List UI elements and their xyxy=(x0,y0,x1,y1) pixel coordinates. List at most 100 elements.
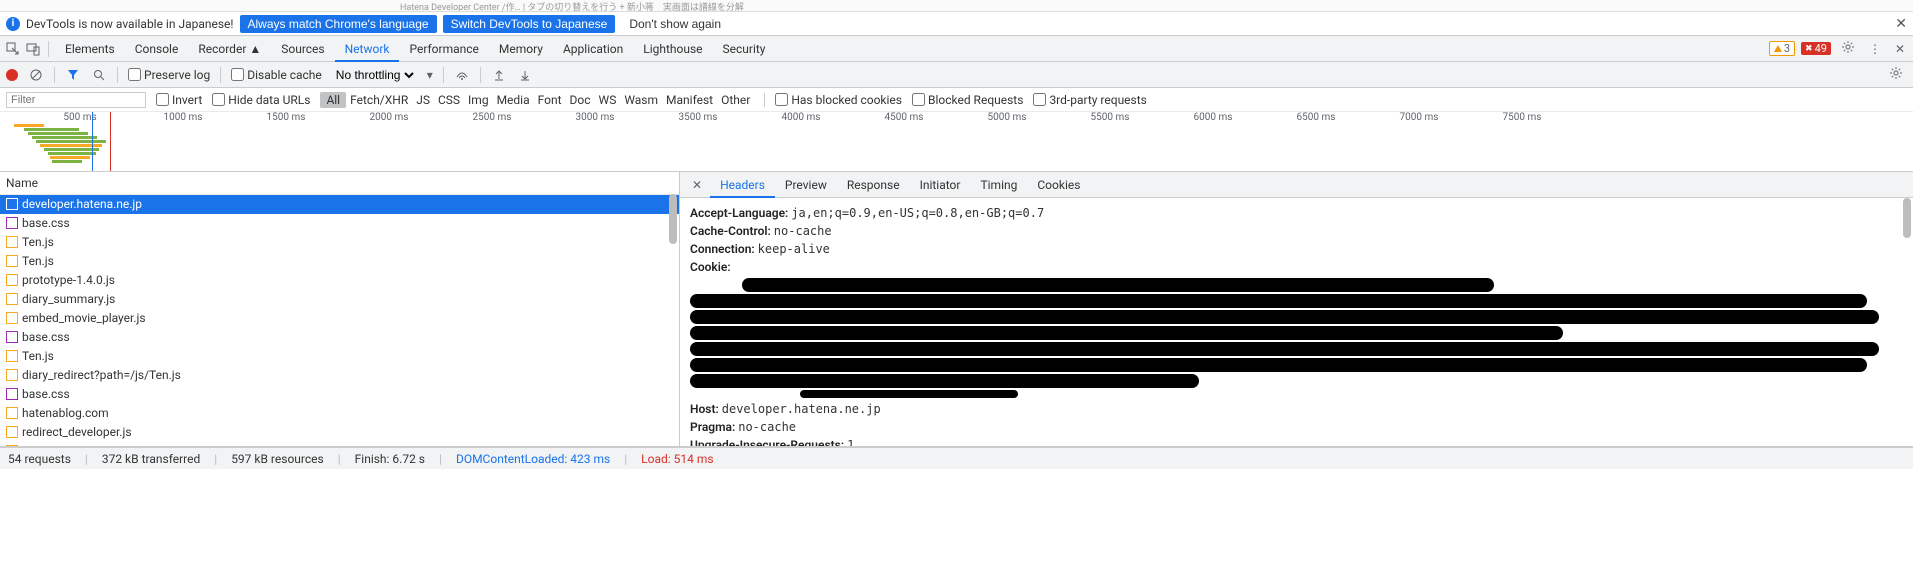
tab-sources[interactable]: Sources xyxy=(271,38,334,60)
type-filter-wasm[interactable]: Wasm xyxy=(620,93,662,107)
throttling-select[interactable]: No throttling xyxy=(332,67,417,83)
request-row[interactable]: diary_summary.js xyxy=(0,290,679,309)
request-row[interactable]: Ten.js xyxy=(0,347,679,366)
timeline-tick: 4500 ms xyxy=(885,112,924,123)
blocked-requests-checkbox[interactable]: Blocked Requests xyxy=(912,93,1023,107)
request-name: base.css xyxy=(22,330,70,344)
request-row[interactable]: analytics.js xyxy=(0,442,679,446)
search-icon[interactable] xyxy=(91,67,107,83)
js-file-icon xyxy=(6,426,18,438)
filter-icon[interactable] xyxy=(65,67,81,83)
type-filter-js[interactable]: JS xyxy=(412,93,434,107)
preserve-log-checkbox[interactable]: Preserve log xyxy=(128,68,210,82)
invert-checkbox[interactable]: Invert xyxy=(156,93,202,107)
name-column-header[interactable]: Name xyxy=(0,172,679,195)
close-detail-icon[interactable]: ✕ xyxy=(684,178,710,192)
upload-har-icon[interactable] xyxy=(491,67,507,83)
timeline-tick: 5000 ms xyxy=(988,112,1027,123)
tab-application[interactable]: Application xyxy=(553,38,633,60)
blocked-cookies-checkbox[interactable]: Has blocked cookies xyxy=(775,93,902,107)
request-name: Ten.js xyxy=(22,235,54,249)
request-name: base.css xyxy=(22,216,70,230)
tab-network[interactable]: Network xyxy=(335,38,400,62)
request-row[interactable]: prototype-1.4.0.js xyxy=(0,271,679,290)
request-name: embed_movie_player.js xyxy=(22,311,146,325)
inspect-icon[interactable] xyxy=(4,40,22,58)
network-settings-icon[interactable] xyxy=(1885,66,1907,83)
redacted-cookie-block xyxy=(690,278,1903,398)
detail-tab-headers[interactable]: Headers xyxy=(710,174,775,198)
type-filter-all[interactable]: All xyxy=(320,92,346,108)
type-filter-doc[interactable]: Doc xyxy=(566,93,595,107)
type-filter-manifest[interactable]: Manifest xyxy=(662,93,717,107)
request-row[interactable]: Ten.js xyxy=(0,233,679,252)
request-row[interactable]: hatenablog.com xyxy=(0,404,679,423)
js-file-icon xyxy=(6,274,18,286)
record-button[interactable] xyxy=(6,69,18,81)
gear-icon[interactable] xyxy=(1837,40,1859,57)
close-icon[interactable]: ✕ xyxy=(1895,16,1907,32)
detail-tab-response[interactable]: Response xyxy=(837,174,910,196)
tab-lighthouse[interactable]: Lighthouse xyxy=(633,38,712,60)
header-line: Host: developer.hatena.ne.jp xyxy=(690,400,1903,418)
clear-icon[interactable] xyxy=(28,67,44,83)
header-line: Accept-Language: ja,en;q=0.9,en-US;q=0.8… xyxy=(690,204,1903,222)
scrollbar-thumb[interactable] xyxy=(669,194,677,244)
request-row[interactable]: Ten.js xyxy=(0,252,679,271)
timeline-tick: 4000 ms xyxy=(782,112,821,123)
request-name: hatenablog.com xyxy=(22,406,109,420)
match-language-button[interactable]: Always match Chrome's language xyxy=(240,15,437,33)
hide-data-urls-checkbox[interactable]: Hide data URLs xyxy=(212,93,310,107)
detail-tab-timing[interactable]: Timing xyxy=(970,174,1027,196)
js-file-icon xyxy=(6,293,18,305)
detail-tab-initiator[interactable]: Initiator xyxy=(910,174,971,196)
detail-tab-preview[interactable]: Preview xyxy=(775,174,837,196)
request-row[interactable]: base.css xyxy=(0,328,679,347)
request-row[interactable]: developer.hatena.ne.jp xyxy=(0,195,679,214)
status-resources: 597 kB resources xyxy=(231,452,324,466)
timeline-overview[interactable]: 500 ms1000 ms1500 ms2000 ms2500 ms3000 m… xyxy=(0,112,1913,172)
close-devtools-icon[interactable]: ✕ xyxy=(1891,42,1909,56)
dismiss-button[interactable]: Don't show again xyxy=(621,15,729,33)
tab-memory[interactable]: Memory xyxy=(489,38,553,60)
tab-console[interactable]: Console xyxy=(125,38,189,60)
request-row[interactable]: base.css xyxy=(0,385,679,404)
request-name: Ten.js xyxy=(22,349,54,363)
third-party-checkbox[interactable]: 3rd-party requests xyxy=(1033,93,1146,107)
tab-elements[interactable]: Elements xyxy=(55,38,125,60)
waterfall-thumbnail xyxy=(14,124,134,168)
request-row[interactable]: embed_movie_player.js xyxy=(0,309,679,328)
timeline-tick: 3500 ms xyxy=(679,112,718,123)
tab-performance[interactable]: Performance xyxy=(399,38,488,60)
request-row[interactable]: redirect_developer.js xyxy=(0,423,679,442)
timeline-tick: 5500 ms xyxy=(1091,112,1130,123)
type-filter-ws[interactable]: WS xyxy=(595,93,621,107)
disable-cache-checkbox[interactable]: Disable cache xyxy=(231,68,322,82)
type-filter-other[interactable]: Other xyxy=(717,93,754,107)
switch-language-button[interactable]: Switch DevTools to Japanese xyxy=(443,15,616,33)
errors-badge[interactable]: 49 xyxy=(1801,42,1831,55)
device-toggle-icon[interactable] xyxy=(24,40,42,58)
scrollbar-thumb[interactable] xyxy=(1903,198,1911,238)
type-filter-fetchxhr[interactable]: Fetch/XHR xyxy=(346,93,412,107)
type-filter-font[interactable]: Font xyxy=(534,93,566,107)
css-file-icon xyxy=(6,331,18,343)
headers-content: Accept-Language: ja,en;q=0.9,en-US;q=0.8… xyxy=(680,198,1913,446)
type-filter-media[interactable]: Media xyxy=(493,93,534,107)
request-name: redirect_developer.js xyxy=(22,425,132,439)
tab-recorder[interactable]: Recorder ▲ xyxy=(188,38,271,60)
detail-tab-cookies[interactable]: Cookies xyxy=(1027,174,1090,196)
filter-input[interactable] xyxy=(6,92,146,108)
type-filter-img[interactable]: Img xyxy=(464,93,493,107)
network-conditions-icon[interactable] xyxy=(454,67,470,83)
type-filter-css[interactable]: CSS xyxy=(434,93,464,107)
warnings-badge[interactable]: 3 xyxy=(1769,41,1795,56)
tab-security[interactable]: Security xyxy=(713,38,776,60)
timeline-tick: 6500 ms xyxy=(1297,112,1336,123)
download-har-icon[interactable] xyxy=(517,67,533,83)
kebab-icon[interactable]: ⋮ xyxy=(1865,42,1885,56)
request-row[interactable]: diary_redirect?path=/js/Ten.js xyxy=(0,366,679,385)
header-line: Cookie: xyxy=(690,258,1903,276)
status-load: Load: 514 ms xyxy=(641,452,713,466)
request-row[interactable]: base.css xyxy=(0,214,679,233)
